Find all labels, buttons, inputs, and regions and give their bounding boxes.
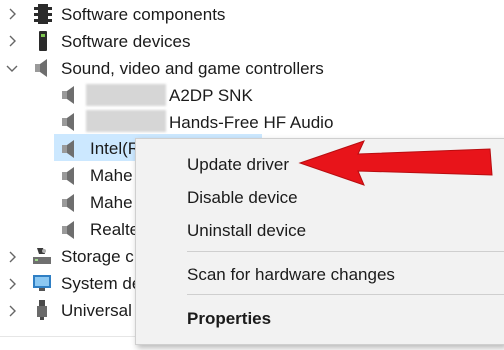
speaker-icon (35, 59, 47, 77)
chevron-right-icon[interactable] (6, 278, 18, 290)
menu-item-uninstall-device[interactable]: Uninstall device (187, 221, 306, 241)
tree-item-label: Realte (90, 219, 140, 239)
speaker-icon (62, 140, 74, 158)
speaker-icon (62, 167, 74, 185)
tree-item-label: Hands-Free HF Audio (169, 112, 334, 132)
chevron-right-icon[interactable] (6, 305, 18, 317)
menu-item-update-driver[interactable]: Update driver (187, 155, 289, 175)
tree-item-label: Sound, video and game controllers (61, 58, 324, 78)
menu-item-disable-device[interactable]: Disable device (187, 188, 298, 208)
tree-item-label: Software devices (61, 31, 191, 51)
tree-item-label: A2DP SNK (169, 85, 253, 105)
tree-item-label: Mahe (90, 192, 133, 212)
system-devices-icon (33, 275, 51, 291)
chevron-right-icon[interactable] (6, 8, 18, 20)
tree-item-label: Storage c (61, 246, 134, 266)
speaker-icon (62, 113, 74, 131)
tree-item-label: Software components (61, 4, 226, 24)
software-components-icon (34, 4, 52, 24)
tree-item-label: Mahe (90, 165, 133, 185)
menu-separator (187, 294, 504, 295)
tree-item-label: System de (61, 273, 142, 293)
chevron-down-icon[interactable] (6, 62, 18, 74)
redacted-device-name (86, 84, 166, 106)
menu-item-properties[interactable]: Properties (187, 309, 271, 329)
chevron-right-icon[interactable] (6, 35, 18, 47)
chevron-right-icon[interactable] (6, 251, 18, 263)
speaker-icon (62, 194, 74, 212)
red-arrow-annotation (298, 140, 493, 186)
menu-separator (187, 251, 504, 252)
redacted-device-name (86, 110, 166, 132)
software-devices-icon (39, 31, 47, 51)
tree-item-label: Universal (61, 300, 132, 320)
speaker-icon (62, 86, 74, 104)
usb-icon (37, 300, 47, 320)
speaker-icon (62, 221, 74, 239)
menu-item-scan-for-hardware-changes[interactable]: Scan for hardware changes (187, 265, 395, 285)
storage-icon (33, 248, 51, 264)
